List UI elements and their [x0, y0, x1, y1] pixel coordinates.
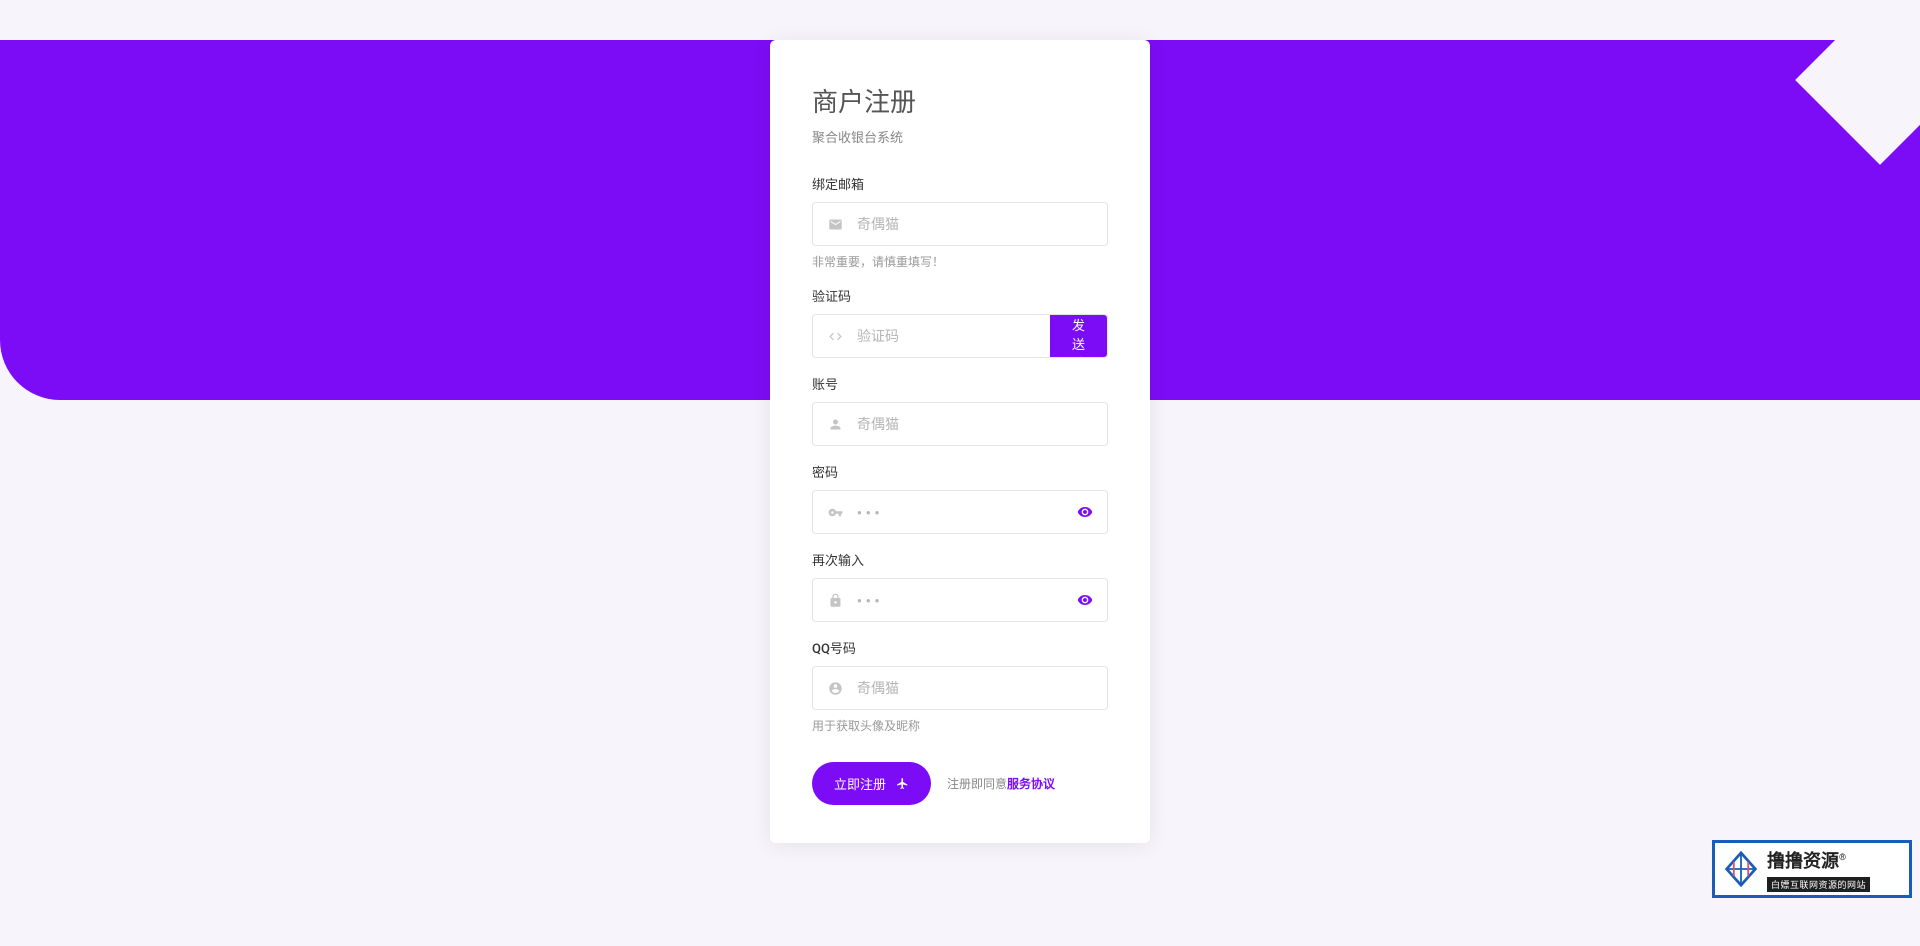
account-group: 账号 — [812, 374, 1108, 446]
code-group: 验证码 发送验证码 — [812, 286, 1108, 358]
badge-text: 撸撸资源® 白嫖互联网资源的网站 — [1767, 847, 1901, 892]
confirm-label: 再次输入 — [812, 550, 1108, 569]
card-title: 商户注册 — [812, 82, 1108, 119]
code-input[interactable] — [857, 315, 1050, 357]
qq-input-wrap — [812, 666, 1108, 710]
account-input-wrap — [812, 402, 1108, 446]
lock-icon — [813, 579, 857, 621]
qq-helper: 用于获取头像及昵称 — [812, 717, 1108, 734]
register-button-label: 立即注册 — [834, 774, 886, 793]
badge-registered-mark: ® — [1839, 853, 1846, 863]
password-input-wrap — [812, 490, 1108, 534]
action-row: 立即注册 注册即同意服务协议 — [812, 762, 1108, 805]
key-icon — [813, 491, 857, 533]
email-helper: 非常重要，请慎重填写！ — [812, 253, 1108, 270]
qq-group: QQ号码 用于获取头像及昵称 — [812, 638, 1108, 734]
password-input[interactable] — [857, 491, 1063, 533]
code-icon — [813, 315, 857, 357]
register-button[interactable]: 立即注册 — [812, 762, 931, 805]
email-icon — [813, 203, 857, 245]
badge-logo-icon — [1723, 851, 1759, 887]
email-label: 绑定邮箱 — [812, 174, 1108, 193]
email-input-wrap — [812, 202, 1108, 246]
badge-subtitle: 白嫖互联网资源的网站 — [1767, 877, 1870, 892]
email-input[interactable] — [857, 203, 1107, 245]
qq-label: QQ号码 — [812, 638, 1108, 657]
account-input[interactable] — [857, 403, 1107, 445]
badge-title: 撸撸资源® — [1767, 847, 1901, 873]
confirm-eye-icon[interactable] — [1063, 579, 1107, 621]
site-badge: 撸撸资源® 白嫖互联网资源的网站 — [1712, 840, 1912, 898]
email-group: 绑定邮箱 非常重要，请慎重填写！ — [812, 174, 1108, 270]
send-code-button[interactable]: 发送验证码 — [1050, 315, 1107, 357]
agree-prefix: 注册即同意 — [947, 777, 1007, 791]
card-subtitle: 聚合收银台系统 — [812, 127, 1108, 146]
person-circle-icon — [813, 667, 857, 709]
confirm-input[interactable] — [857, 579, 1063, 621]
plane-icon — [896, 777, 909, 790]
password-eye-icon[interactable] — [1063, 491, 1107, 533]
account-label: 账号 — [812, 374, 1108, 393]
service-agreement-link[interactable]: 服务协议 — [1007, 777, 1055, 791]
password-label: 密码 — [812, 462, 1108, 481]
code-input-wrap: 发送验证码 — [812, 314, 1108, 358]
badge-title-text: 撸撸资源 — [1767, 851, 1839, 872]
user-icon — [813, 403, 857, 445]
qq-input[interactable] — [857, 667, 1107, 709]
register-card: 商户注册 聚合收银台系统 绑定邮箱 非常重要，请慎重填写！ 验证码 发送验证码 … — [770, 40, 1150, 843]
confirm-group: 再次输入 — [812, 550, 1108, 622]
code-label: 验证码 — [812, 286, 1108, 305]
agree-text: 注册即同意服务协议 — [947, 775, 1055, 792]
password-group: 密码 — [812, 462, 1108, 534]
confirm-input-wrap — [812, 578, 1108, 622]
